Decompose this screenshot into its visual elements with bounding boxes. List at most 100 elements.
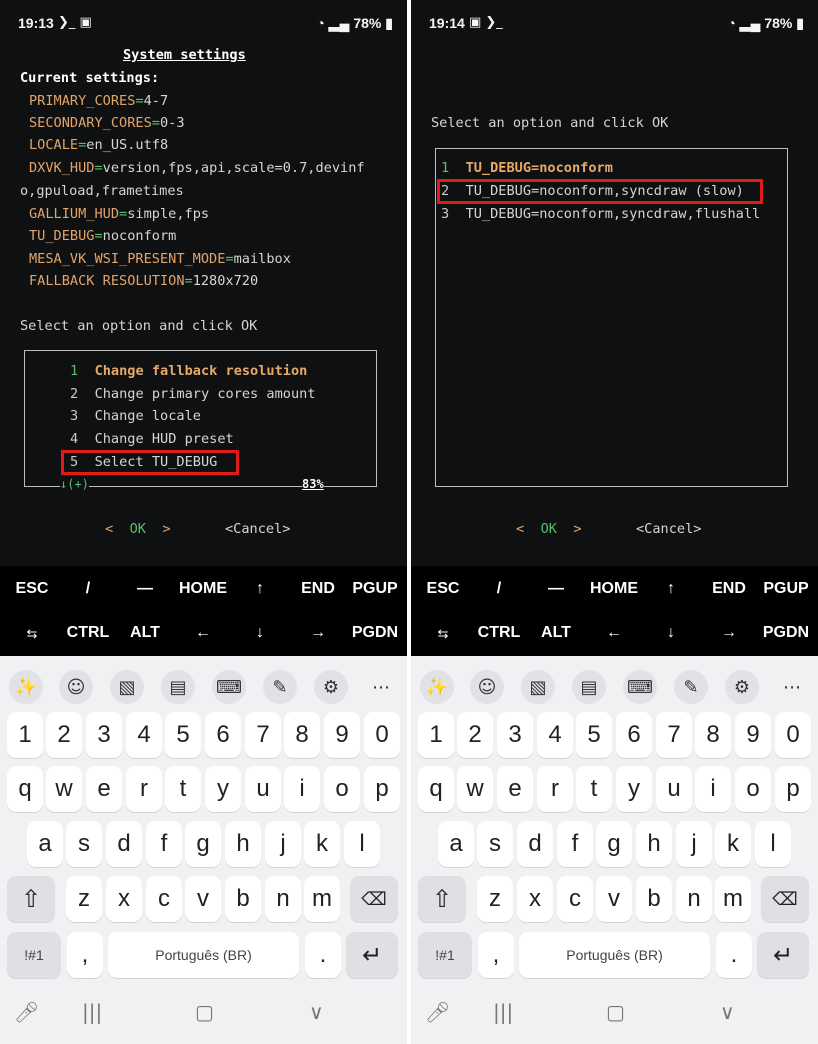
key-t[interactable]: t [576, 766, 612, 812]
cancel-button[interactable]: <Cancel> [636, 521, 701, 537]
extra-key[interactable]: ↓ [256, 624, 264, 642]
menu-item[interactable]: 1 Change fallback resolution [70, 363, 307, 379]
key-8[interactable]: 8 [284, 712, 320, 758]
mic-icon[interactable]: 🎤︎ [425, 1000, 450, 1024]
handwriting-icon[interactable]: ✎ [674, 670, 708, 704]
extra-key[interactable]: ← [606, 624, 622, 642]
key-2[interactable]: 2 [46, 712, 82, 758]
extra-key[interactable]: ESC [16, 580, 49, 598]
space-key[interactable]: Português (BR) [519, 932, 710, 978]
menu-item[interactable]: 1 TU_DEBUG=noconform [441, 160, 613, 176]
key-7[interactable]: 7 [656, 712, 692, 758]
extra-key[interactable]: HOME [179, 580, 227, 598]
symbols-key[interactable]: !#1 [418, 932, 472, 978]
key-m[interactable]: m [715, 876, 751, 922]
key-4[interactable]: 4 [126, 712, 162, 758]
extra-key[interactable]: PGDN [352, 624, 398, 642]
terminal[interactable]: 19:13 ❯_ ▣ ◔ ▂▄ 78% ▮ System settings Cu… [0, 0, 407, 566]
extra-key[interactable]: / [497, 580, 501, 598]
key-6[interactable]: 6 [205, 712, 241, 758]
key-r[interactable]: r [537, 766, 573, 812]
extra-key[interactable]: ↑ [256, 580, 264, 598]
key-1[interactable]: 1 [7, 712, 43, 758]
key-5[interactable]: 5 [165, 712, 201, 758]
hide-keyboard-icon[interactable]: ∨ [309, 1000, 324, 1024]
key-x[interactable]: x [106, 876, 142, 922]
key-q[interactable]: q [7, 766, 43, 812]
key-0[interactable]: 0 [364, 712, 400, 758]
extra-key[interactable]: PGUP [352, 580, 397, 598]
period-key[interactable]: . [716, 932, 752, 978]
tab-key[interactable]: ⇆ [438, 626, 449, 642]
extra-key[interactable]: ↑ [667, 580, 675, 598]
extra-key[interactable]: → [721, 624, 737, 642]
key-h[interactable]: h [225, 821, 261, 867]
key-g[interactable]: g [185, 821, 221, 867]
period-key[interactable]: . [305, 932, 341, 978]
key-y[interactable]: y [616, 766, 652, 812]
key-o[interactable]: o [324, 766, 360, 812]
extra-key[interactable]: END [301, 580, 335, 598]
key-s[interactable]: s [477, 821, 513, 867]
key-l[interactable]: l [755, 821, 791, 867]
sticker-icon[interactable]: ▧ [521, 670, 555, 704]
key-n[interactable]: n [676, 876, 712, 922]
key-e[interactable]: e [86, 766, 122, 812]
ok-button[interactable]: < OK > [516, 521, 582, 537]
key-w[interactable]: w [46, 766, 82, 812]
terminal[interactable]: 19:14 ▣ ❯_ ◔ ▂▄ 78% ▮ Select an option a… [411, 0, 818, 566]
key-v[interactable]: v [185, 876, 221, 922]
key-k[interactable]: k [715, 821, 751, 867]
menu-item[interactable]: 2 Change primary cores amount [70, 386, 316, 402]
key-u[interactable]: u [656, 766, 692, 812]
extra-key[interactable]: PGUP [763, 580, 808, 598]
key-2[interactable]: 2 [457, 712, 493, 758]
key-p[interactable]: p [364, 766, 400, 812]
key-f[interactable]: f [557, 821, 593, 867]
key-9[interactable]: 9 [735, 712, 771, 758]
extra-key[interactable]: END [712, 580, 746, 598]
key-k[interactable]: k [304, 821, 340, 867]
mic-icon[interactable]: 🎤︎ [14, 1000, 39, 1024]
key-6[interactable]: 6 [616, 712, 652, 758]
key-5[interactable]: 5 [576, 712, 612, 758]
shift-key[interactable]: ⇧ [418, 876, 466, 922]
key-o[interactable]: o [735, 766, 771, 812]
extra-key[interactable]: ALT [130, 624, 160, 642]
key-3[interactable]: 3 [86, 712, 122, 758]
key-8[interactable]: 8 [695, 712, 731, 758]
key-e[interactable]: e [497, 766, 533, 812]
ok-button[interactable]: < OK > [105, 521, 171, 537]
backspace-key[interactable]: ⌫ [350, 876, 398, 922]
key-j[interactable]: j [676, 821, 712, 867]
key-0[interactable]: 0 [775, 712, 811, 758]
key-z[interactable]: z [66, 876, 102, 922]
key-i[interactable]: i [695, 766, 731, 812]
tab-key[interactable]: ⇆ [27, 626, 38, 642]
extra-key[interactable]: HOME [590, 580, 638, 598]
key-v[interactable]: v [596, 876, 632, 922]
key-j[interactable]: j [265, 821, 301, 867]
backspace-key[interactable]: ⌫ [761, 876, 809, 922]
recent-apps-icon[interactable]: ||| [493, 1000, 513, 1024]
hide-keyboard-icon[interactable]: ∨ [720, 1000, 735, 1024]
key-d[interactable]: d [106, 821, 142, 867]
extra-key[interactable]: PGDN [763, 624, 809, 642]
key-7[interactable]: 7 [245, 712, 281, 758]
symbols-key[interactable]: !#1 [7, 932, 61, 978]
handwriting-icon[interactable]: ✎ [263, 670, 297, 704]
key-m[interactable]: m [304, 876, 340, 922]
key-q[interactable]: q [418, 766, 454, 812]
key-f[interactable]: f [146, 821, 182, 867]
clipboard-icon[interactable]: ▤ [572, 670, 606, 704]
key-h[interactable]: h [636, 821, 672, 867]
key-t[interactable]: t [165, 766, 201, 812]
sticker-icon[interactable]: ▧ [110, 670, 144, 704]
keyboard-mode-icon[interactable]: ⌨ [212, 670, 246, 704]
key-9[interactable]: 9 [324, 712, 360, 758]
extra-key[interactable]: ESC [427, 580, 460, 598]
key-b[interactable]: b [636, 876, 672, 922]
menu-item[interactable]: 3 Change locale [70, 408, 201, 424]
settings-icon[interactable]: ⚙ [725, 670, 759, 704]
emoji-icon[interactable]: ☺ [470, 670, 504, 704]
